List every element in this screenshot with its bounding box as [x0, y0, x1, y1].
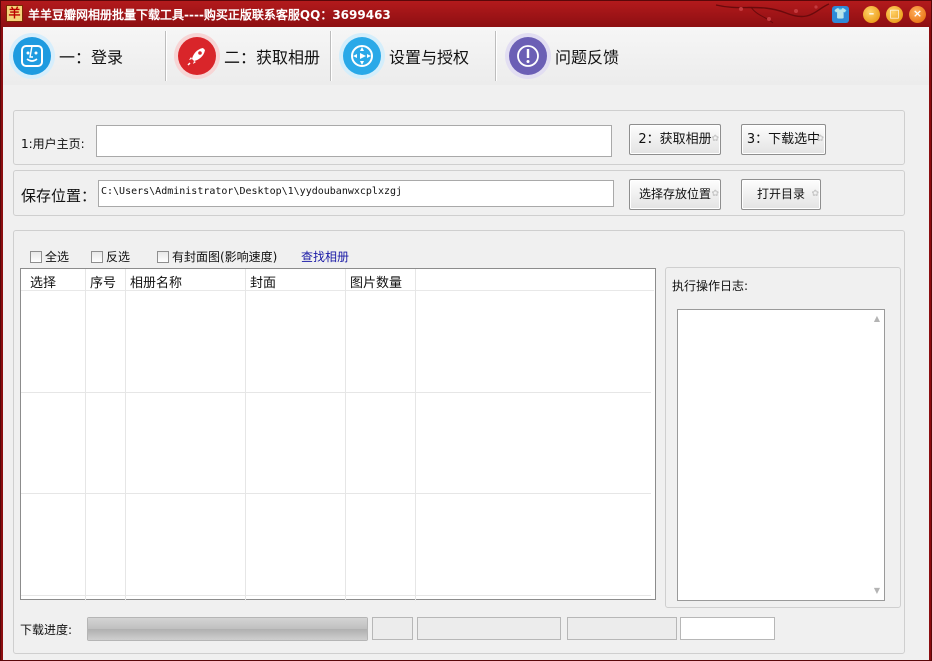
scroll-up-icon[interactable]: ▲ [872, 314, 882, 324]
toolbar-get-album-label: 二：获取相册 [224, 48, 321, 67]
main-toolbar: 一：登录 二：获取相册 设置与授权 问题反馈 [3, 27, 929, 85]
rocket-icon [174, 33, 220, 79]
status-input[interactable] [680, 617, 775, 640]
checkbox-box [157, 250, 169, 263]
download-selected-label: 3：下载选中 [746, 132, 821, 147]
window-title: 羊羊豆瓣网相册批量下载工具----购买正版联系客服QQ：3699463 [28, 8, 391, 22]
save-location-group: 保存位置： C:\Users\Administrator\Desktop\1\y… [13, 170, 905, 216]
choose-location-label: 选择存放位置 [638, 187, 711, 201]
column-header-select[interactable]: 选择 [30, 272, 56, 291]
choose-location-button[interactable]: 选择存放位置 ✿ [629, 179, 721, 210]
toolbar-feedback-label: 问题反馈 [555, 48, 620, 67]
invert-select-checkbox[interactable]: 反选 [91, 248, 130, 265]
toolbar-feedback-button[interactable]: 问题反馈 [505, 31, 619, 81]
plum-branch-decoration [715, 3, 830, 24]
column-divider [85, 269, 86, 601]
corner-mark-icon: ✿ [816, 134, 824, 144]
log-textarea[interactable]: ▲ ▼ [677, 309, 885, 601]
progress-fill [88, 618, 367, 640]
invert-select-label: 反选 [106, 250, 131, 264]
row-divider [21, 392, 651, 393]
column-header-index[interactable]: 序号 [90, 272, 116, 291]
download-selected-button[interactable]: 3：下载选中 ✿ [741, 124, 826, 155]
checkbox-box [91, 250, 103, 263]
column-header-album-name[interactable]: 相册名称 [130, 272, 182, 291]
open-directory-label: 打开目录 [756, 187, 805, 201]
toolbar-login-button[interactable]: 一：登录 [9, 31, 123, 81]
table-header: 选择 序号 相册名称 封面 图片数量 [21, 269, 654, 291]
toolbar-separator [495, 31, 496, 81]
homepage-input[interactable] [96, 125, 612, 157]
select-all-checkbox[interactable]: 全选 [30, 248, 69, 265]
corner-mark-icon: ✿ [711, 189, 719, 199]
settings-dial-icon [339, 33, 385, 79]
column-divider [245, 269, 246, 601]
open-directory-button[interactable]: 打开目录 ✿ [741, 179, 821, 210]
row-divider [21, 493, 651, 494]
column-divider [415, 269, 416, 601]
homepage-label: 1:用户主页: [21, 137, 85, 151]
row-divider [21, 595, 651, 596]
save-location-label: 保存位置： [21, 187, 97, 205]
minimize-icon[interactable]: – [863, 6, 880, 23]
checkbox-box [30, 250, 42, 263]
toolbar-settings-label: 设置与授权 [389, 48, 470, 67]
skin-shirt-icon[interactable]: 👕 [832, 6, 849, 23]
column-divider [125, 269, 126, 601]
column-header-photo-count[interactable]: 图片数量 [350, 272, 402, 291]
toolbar-settings-button[interactable]: 设置与授权 [339, 31, 469, 81]
title-bar: 羊 羊羊豆瓣网相册批量下载工具----购买正版联系客服QQ：3699463 👕 … [1, 1, 931, 27]
status-cell [417, 617, 561, 640]
app-window: 羊 羊羊豆瓣网相册批量下载工具----购买正版联系客服QQ：3699463 👕 … [0, 0, 932, 661]
finder-face-icon [9, 33, 55, 79]
save-location-input[interactable]: C:\Users\Administrator\Desktop\1\yydouba… [98, 180, 614, 207]
homepage-group: 1:用户主页: 2：获取相册 ✿ 3：下载选中 ✿ [13, 110, 905, 165]
select-all-label: 全选 [45, 250, 70, 264]
log-label: 执行操作日志: [672, 279, 749, 293]
toolbar-separator [330, 31, 331, 81]
exclamation-icon [505, 33, 551, 79]
maximize-icon[interactable]: □ [886, 6, 903, 23]
with-cover-checkbox[interactable]: 有封面图(影响速度) [157, 248, 277, 265]
find-album-link[interactable]: 查找相册 [301, 248, 349, 265]
download-progress-bar [87, 617, 368, 641]
column-divider [345, 269, 346, 601]
client-area: 一：登录 二：获取相册 设置与授权 问题反馈 1:用户主页: 2：获取相册 ✿ … [3, 27, 929, 660]
app-logo-icon: 羊 [6, 5, 23, 22]
get-album-button[interactable]: 2：获取相册 ✿ [629, 124, 721, 155]
album-panel: 全选 反选 有封面图(影响速度) 查找相册 选择 序号 相册名称 封面 图片数量 [13, 230, 905, 654]
log-group: 执行操作日志: ▲ ▼ [665, 267, 901, 608]
toolbar-login-label: 一：登录 [59, 48, 124, 67]
with-cover-label: 有封面图(影响速度) [172, 250, 278, 264]
status-cell [372, 617, 413, 640]
scroll-down-icon[interactable]: ▼ [872, 586, 882, 596]
toolbar-get-album-button[interactable]: 二：获取相册 [174, 31, 320, 81]
status-cell [567, 617, 677, 640]
corner-mark-icon: ✿ [711, 134, 719, 144]
toolbar-separator [165, 31, 166, 81]
progress-label: 下载进度: [20, 623, 73, 637]
album-table[interactable]: 选择 序号 相册名称 封面 图片数量 [20, 268, 656, 601]
close-icon[interactable]: × [909, 6, 926, 23]
get-album-label: 2：获取相册 [638, 132, 712, 147]
corner-mark-icon: ✿ [811, 189, 819, 199]
column-header-cover[interactable]: 封面 [250, 272, 276, 291]
